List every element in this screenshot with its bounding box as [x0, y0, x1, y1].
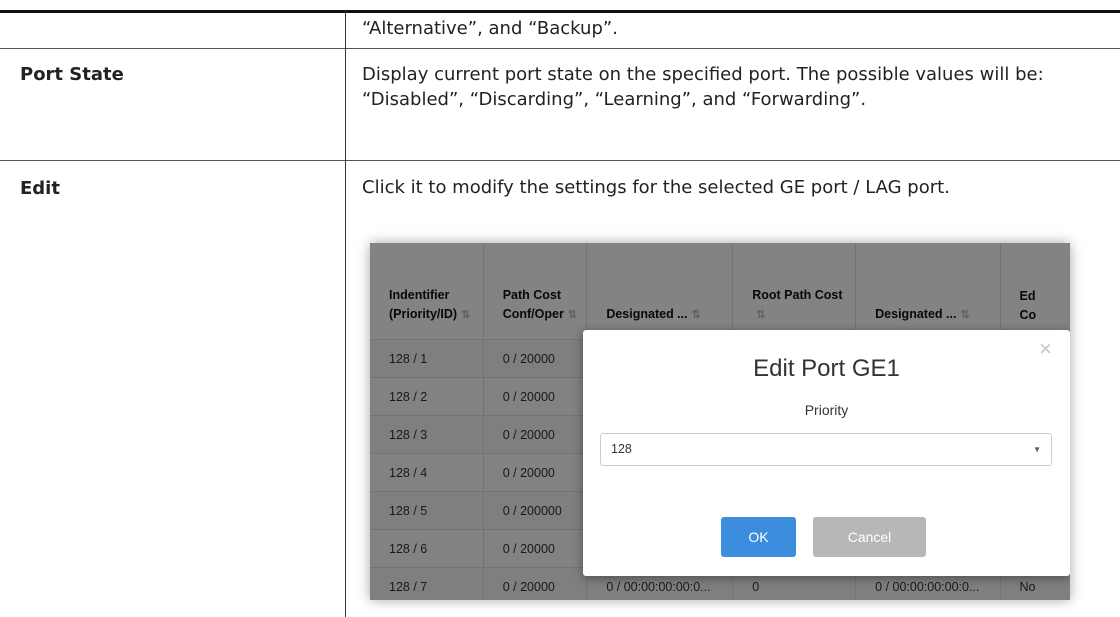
row-description-edit: Click it to modify the settings for the … — [362, 177, 950, 198]
document-page: “Alternative”, and “Backup”. Port State … — [0, 0, 1120, 617]
edit-port-dialog: × Edit Port GE1 Priority 128 ▼ OK Cancel — [583, 330, 1070, 576]
priority-select[interactable]: 128 ▼ — [600, 433, 1052, 466]
cancel-button[interactable]: Cancel — [813, 517, 926, 557]
ok-button[interactable]: OK — [721, 517, 796, 557]
table-top-border — [0, 10, 1120, 13]
row-label-port-state: Port State — [20, 64, 124, 85]
dialog-title: Edit Port GE1 — [753, 355, 900, 382]
row-label-edit: Edit — [20, 178, 60, 199]
priority-label: Priority — [804, 402, 849, 418]
row-description-port-state: Display current port state on the specif… — [362, 64, 1044, 110]
column-divider — [345, 10, 346, 617]
row-description: “Alternative”, and “Backup”. — [362, 18, 618, 39]
row-divider — [0, 160, 1120, 161]
embedded-screenshot: Indentifier (Priority/ID) ⇅ Path Cost Con… — [370, 243, 1070, 600]
priority-select-value: 128 — [611, 442, 632, 456]
chevron-down-icon: ▼ — [1033, 445, 1041, 454]
row-divider — [0, 48, 1120, 49]
